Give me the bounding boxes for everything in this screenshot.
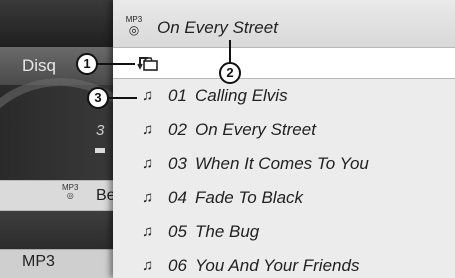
track-title: Fade To Black <box>195 188 304 207</box>
callout-3: 3 <box>87 87 109 109</box>
source-label: Disq <box>22 56 57 75</box>
track-number: 01 <box>168 86 187 105</box>
track-number: 02 <box>168 120 187 139</box>
music-note-icon: ♫ <box>142 189 154 206</box>
track-number: 03 <box>168 154 187 173</box>
track-title: Calling Elvis <box>195 86 288 105</box>
callout-1: 1 <box>76 53 98 75</box>
track-row[interactable]: ♫ 01 Calling Elvis <box>113 80 455 114</box>
track-number: 05 <box>168 222 187 241</box>
music-note-icon: ♫ <box>142 257 154 274</box>
callout-3-leader <box>107 97 137 99</box>
track-row[interactable]: ♫ 03 When It Comes To You <box>113 148 455 182</box>
mp3-icon-label: MP3 <box>62 183 79 192</box>
track-list-popup: MP3 ◎ On Every Street ♫ 01 Calling Elvis… <box>113 0 455 278</box>
track-row[interactable]: ♫ 05 The Bug <box>113 216 455 250</box>
callout-2-leader <box>229 40 231 64</box>
track-title: On Every Street <box>195 120 316 139</box>
track-number: 06 <box>168 256 187 275</box>
callout-1-leader <box>97 63 135 65</box>
music-note-icon: ♫ <box>142 223 154 240</box>
track-row[interactable]: ♫ 02 On Every Street <box>113 114 455 148</box>
track-row[interactable]: ♫ 06 You And Your Friends <box>113 250 455 278</box>
disc-icon: MP3 ◎ <box>62 183 79 200</box>
track-title: When It Comes To You <box>195 154 369 173</box>
music-note-icon: ♫ <box>142 155 154 172</box>
track-title: The Bug <box>195 222 260 241</box>
folder-header: MP3 ◎ On Every Street <box>113 0 455 47</box>
track-number: 04 <box>168 188 187 207</box>
folder-title: On Every Street <box>157 18 278 37</box>
background-gauge <box>95 148 105 153</box>
disc-icon: MP3 ◎ <box>121 15 147 36</box>
folder-up-icon <box>137 57 158 71</box>
callout-2: 2 <box>219 62 241 84</box>
folder-up-row[interactable] <box>113 47 455 79</box>
music-note-icon: ♫ <box>142 87 154 104</box>
music-note-icon: ♫ <box>142 121 154 138</box>
track-title: You And Your Friends <box>195 256 360 275</box>
media-type-label: MP3 <box>22 253 55 270</box>
track-row[interactable]: ♫ 04 Fade To Black <box>113 182 455 216</box>
background-track-digit: 3 <box>96 122 105 139</box>
